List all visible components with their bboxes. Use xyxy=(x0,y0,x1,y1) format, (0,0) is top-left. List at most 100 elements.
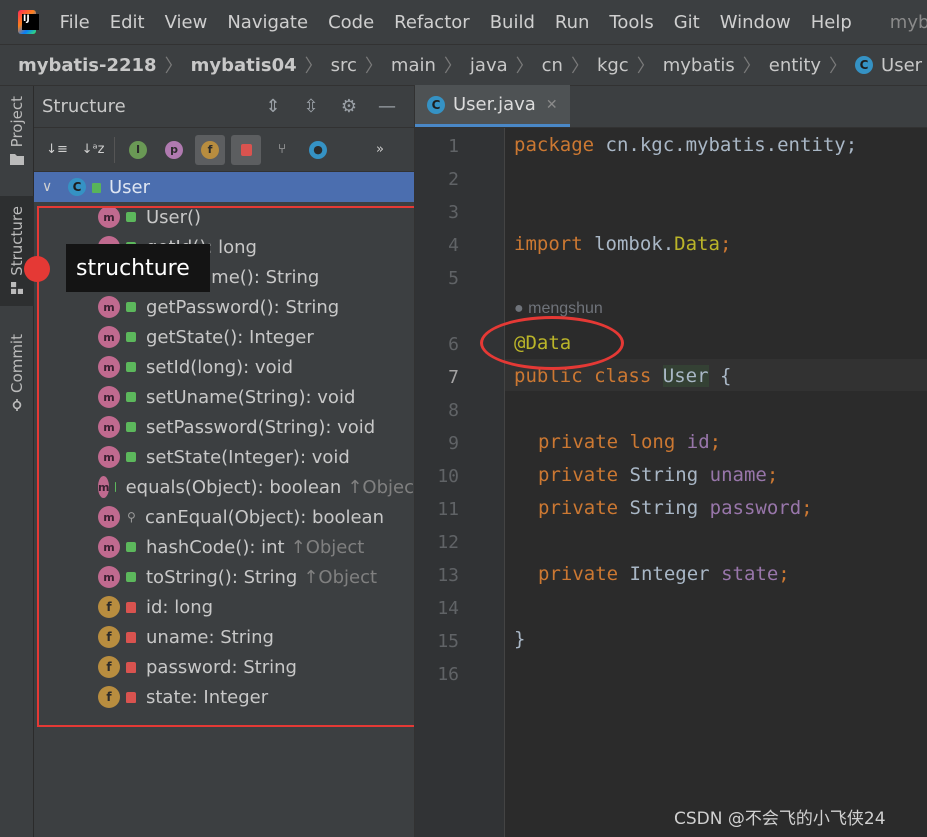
tree-item-label: setState(Integer): void xyxy=(146,446,350,468)
menu-help[interactable]: Help xyxy=(811,12,852,33)
semicolon: ; xyxy=(766,464,779,486)
tooltip: struchture xyxy=(66,244,210,292)
author-name: mengshun xyxy=(528,300,603,317)
show-fields-icon[interactable]: f xyxy=(195,134,225,165)
tree-item-method[interactable]: m ⚲ canEqual(Object): boolean xyxy=(34,502,414,532)
tree-root-user[interactable]: ∨ C User xyxy=(34,172,414,202)
show-non-public-icon[interactable] xyxy=(231,134,261,165)
tooltip-text: struchture xyxy=(76,255,190,281)
breadcrumb-item[interactable]: kgc xyxy=(597,55,629,76)
breadcrumb-class[interactable]: User xyxy=(881,55,922,76)
collapse-all-icon[interactable]: ⇳ xyxy=(300,96,322,118)
menu-view[interactable]: View xyxy=(165,12,208,33)
type-name: Integer xyxy=(629,563,710,585)
tree-item-field[interactable]: f uname: String xyxy=(34,622,414,652)
menu-build[interactable]: Build xyxy=(490,12,535,33)
tree-item-method[interactable]: m setUname(String): void xyxy=(34,382,414,412)
method-icon: m xyxy=(98,566,120,588)
project-tool-tab[interactable]: Project xyxy=(0,96,34,166)
inherited-from-label: ↑Object xyxy=(303,566,378,588)
tree-item-method[interactable]: m getPassword(): String xyxy=(34,292,414,322)
package-name: cn.kgc.mybatis.entity; xyxy=(605,134,858,156)
breadcrumb-item[interactable]: src xyxy=(331,55,357,76)
menu-run[interactable]: Run xyxy=(555,12,590,33)
tree-item-method[interactable]: m setId(long): void xyxy=(34,352,414,382)
code-line-9[interactable]: private long id; xyxy=(538,431,721,453)
method-icon: m xyxy=(98,356,120,378)
hide-panel-icon[interactable]: — xyxy=(376,96,398,118)
tree-item-label: hashCode(): int xyxy=(146,536,285,558)
semicolon: ; xyxy=(778,563,790,585)
window-project-title: myba xyxy=(889,11,927,33)
tree-item-method[interactable]: m hashCode(): int ↑Object xyxy=(34,532,414,562)
commit-tab-label: Commit xyxy=(8,334,26,393)
menu-file[interactable]: File xyxy=(60,12,90,33)
breadcrumb-item[interactable]: mybatis xyxy=(663,55,735,76)
structure-panel-header: Structure ⇕ ⇳ ⚙ — xyxy=(34,86,414,128)
expand-all-icon[interactable]: ⇕ xyxy=(262,96,284,118)
tree-item-label: equals(Object): boolean xyxy=(125,476,342,498)
menu-navigate[interactable]: Navigate xyxy=(227,12,308,33)
more-actions-icon[interactable]: » xyxy=(365,135,395,165)
menu-git[interactable]: Git xyxy=(674,12,700,33)
tab-user-java[interactable]: C User.java ✕ xyxy=(415,85,570,127)
structure-tool-tab[interactable]: Structure xyxy=(0,196,34,306)
menu-window[interactable]: Window xyxy=(720,12,791,33)
menu-refactor[interactable]: Refactor xyxy=(394,12,470,33)
person-icon: ● xyxy=(514,300,529,317)
breadcrumb-item[interactable]: mybatis04 xyxy=(191,55,297,76)
breadcrumb-item[interactable]: main xyxy=(391,55,436,76)
public-visibility-icon xyxy=(126,302,136,312)
type-name: String xyxy=(629,497,699,519)
show-inherited-icon[interactable]: I xyxy=(123,135,153,165)
line-number: 11 xyxy=(437,499,459,520)
method-icon: m xyxy=(98,296,120,318)
field-name: uname xyxy=(709,464,767,486)
code-line-15[interactable]: } xyxy=(514,628,525,650)
toolbar-divider xyxy=(114,136,115,163)
tree-item-method[interactable]: m getState(): Integer xyxy=(34,322,414,352)
code-line-11[interactable]: private String password; xyxy=(538,497,813,519)
breadcrumb-item[interactable]: java xyxy=(470,55,508,76)
tree-item-field[interactable]: f state: Integer xyxy=(34,682,414,712)
menu-edit[interactable]: Edit xyxy=(110,12,145,33)
code-line-13[interactable]: private Integer state; xyxy=(538,563,790,585)
tree-item-label: canEqual(Object): boolean xyxy=(145,506,384,528)
tool-window-strip: Project Structure Commit xyxy=(0,86,34,837)
tree-item-method[interactable]: m equals(Object): boolean ↑Objec xyxy=(34,472,414,502)
autoscroll-icon[interactable]: ● xyxy=(303,135,333,165)
tree-item-method[interactable]: m setState(Integer): void xyxy=(34,442,414,472)
show-properties-icon[interactable]: p xyxy=(159,135,189,165)
breadcrumb-item[interactable]: entity xyxy=(769,55,821,76)
code-line-4[interactable]: import lombok.Data; xyxy=(514,233,731,255)
sort-by-visibility-icon[interactable]: ↓≡ xyxy=(42,135,72,165)
commit-tool-tab[interactable]: Commit xyxy=(0,334,34,411)
menu-tools[interactable]: Tools xyxy=(609,12,653,33)
gear-icon[interactable]: ⚙ xyxy=(338,96,360,118)
tree-item-field[interactable]: f password: String xyxy=(34,652,414,682)
breadcrumb-item[interactable]: cn xyxy=(542,55,563,76)
line-number: 5 xyxy=(448,268,459,289)
code-line-10[interactable]: private String uname; xyxy=(538,464,778,486)
tree-item-method[interactable]: m toString(): String ↑Object xyxy=(34,562,414,592)
breadcrumb: mybatis-2218 〉 mybatis04 〉 src 〉 main 〉 java… xyxy=(0,44,927,86)
sort-alphabetically-icon[interactable]: ↓ᵃz xyxy=(78,135,108,165)
chevron-right-icon: 〉 xyxy=(570,56,589,77)
tree-item-label: toString(): String xyxy=(146,566,298,588)
commit-icon xyxy=(12,398,22,411)
watermark: CSDN @不会飞的小飞侠24 xyxy=(674,809,886,829)
public-visibility-icon xyxy=(126,392,136,402)
tree-item-label: id: long xyxy=(146,596,214,618)
show-lambdas-icon[interactable]: ⑂ xyxy=(267,135,297,165)
tree-item-field[interactable]: f id: long xyxy=(34,592,414,622)
tree-item-method[interactable]: m setPassword(String): void xyxy=(34,412,414,442)
chevron-right-icon: 〉 xyxy=(443,56,462,77)
tree-item-method[interactable]: m User() xyxy=(34,202,414,232)
chevron-down-icon[interactable]: ∨ xyxy=(42,179,68,195)
code-line-1[interactable]: package cn.kgc.mybatis.entity; xyxy=(514,134,857,156)
tree-item-label: setId(long): void xyxy=(146,356,294,378)
breadcrumb-item[interactable]: mybatis-2218 xyxy=(18,55,157,76)
close-icon[interactable]: ✕ xyxy=(546,97,558,113)
menu-code[interactable]: Code xyxy=(328,12,374,33)
field-name: state xyxy=(721,563,779,585)
